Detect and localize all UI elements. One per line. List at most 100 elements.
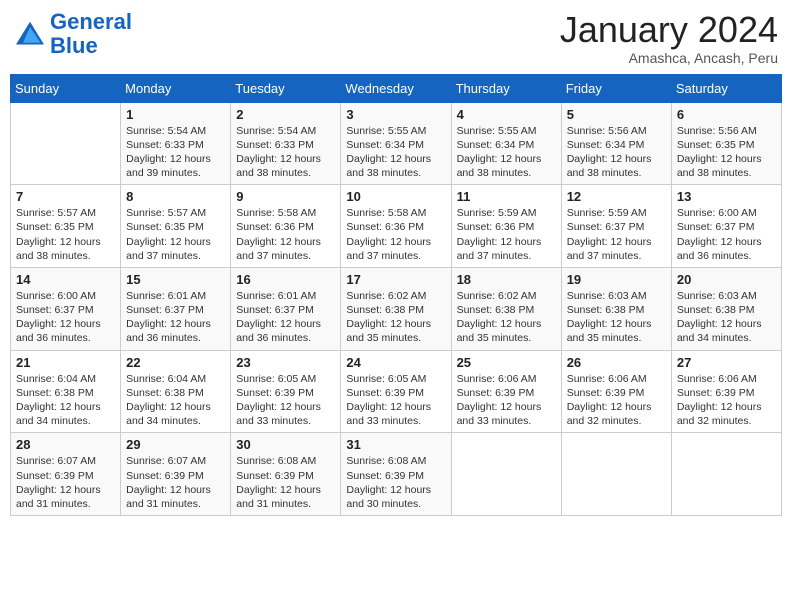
sunset-text: Sunset: 6:34 PM xyxy=(457,139,535,151)
sunset-text: Sunset: 6:39 PM xyxy=(677,387,755,399)
sunrise-text: Sunrise: 5:55 AM xyxy=(457,125,537,137)
daylight-text: Daylight: 12 hours xyxy=(346,401,431,413)
sunrise-text: Sunrise: 5:55 AM xyxy=(346,125,426,137)
day-info: Sunrise: 6:08 AMSunset: 6:39 PMDaylight:… xyxy=(236,454,335,511)
sunset-text: Sunset: 6:37 PM xyxy=(677,221,755,233)
daylight-text: Daylight: 12 hours xyxy=(236,484,321,496)
daylight-text: Daylight: 12 hours xyxy=(126,401,211,413)
calendar-cell: 17 Sunrise: 6:02 AM Sunset: 6:38 PM Dayligh… xyxy=(341,267,451,350)
daylight-text: Daylight: 12 hours xyxy=(457,318,542,330)
day-info: Sunrise: 5:56 AMSunset: 6:35 PMDaylight:… xyxy=(677,124,776,181)
calendar-cell xyxy=(671,433,781,516)
daylight-text-cont: and 31 minutes. xyxy=(126,498,201,510)
sunrise-text: Sunrise: 6:08 AM xyxy=(346,455,426,467)
daylight-text: Daylight: 12 hours xyxy=(16,318,101,330)
calendar-cell: 14Sunrise: 6:00 AMSunset: 6:37 PMDayligh… xyxy=(11,267,121,350)
calendar-cell: 16Sunrise: 6:01 AMSunset: 6:37 PMDayligh… xyxy=(231,267,341,350)
day-info: Sunrise: 5:54 AMSunset: 6:33 PMDaylight:… xyxy=(236,124,335,181)
day-info: Sunrise: 5:56 AMSunset: 6:34 PMDaylight:… xyxy=(567,124,666,181)
daylight-text-cont: and 33 minutes. xyxy=(236,415,311,427)
sunset-text: Sunset: 6:36 PM xyxy=(457,221,535,233)
calendar-week-row: 28Sunrise: 6:07 AMSunset: 6:39 PMDayligh… xyxy=(11,433,782,516)
daylight-text: Daylight: 12 hours xyxy=(346,318,431,330)
day-number: 18 xyxy=(457,272,556,287)
day-number: 5 xyxy=(567,107,666,122)
daylight-text-cont: and 33 minutes. xyxy=(346,415,421,427)
calendar-cell: 2Sunrise: 5:54 AMSunset: 6:33 PMDaylight… xyxy=(231,102,341,185)
calendar-cell: 13Sunrise: 6:00 AMSunset: 6:37 PMDayligh… xyxy=(671,185,781,268)
calendar-cell: 18Sunrise: 6:02 AMSunset: 6:38 PMDayligh… xyxy=(451,267,561,350)
daylight-text-cont: and 34 minutes. xyxy=(126,415,201,427)
calendar-cell xyxy=(451,433,561,516)
calendar-cell: 23Sunrise: 6:05 AMSunset: 6:39 PMDayligh… xyxy=(231,350,341,433)
sunrise-text: Sunrise: 5:54 AM xyxy=(126,125,206,137)
calendar-cell: 30Sunrise: 6:08 AMSunset: 6:39 PMDayligh… xyxy=(231,433,341,516)
daylight-text: Daylight: 12 hours xyxy=(567,318,652,330)
daylight-text-cont: and 38 minutes. xyxy=(677,167,752,179)
day-number: 22 xyxy=(126,355,225,370)
day-info: Sunrise: 6:05 AMSunset: 6:39 PMDaylight:… xyxy=(236,372,335,429)
daylight-text-cont: and 33 minutes. xyxy=(457,415,532,427)
sunrise-text: Sunrise: 6:00 AM xyxy=(16,290,96,302)
sunset-text: Sunset: 6:39 PM xyxy=(346,387,424,399)
sunrise-text: Sunrise: 6:02 AM xyxy=(457,290,537,302)
day-info: Sunrise: 6:03 AMSunset: 6:38 PMDaylight:… xyxy=(567,289,666,346)
day-number: 10 xyxy=(346,189,445,204)
sunrise-text: Sunrise: 6:07 AM xyxy=(126,455,206,467)
title-block: January 2024 Amashca, Ancash, Peru xyxy=(560,10,778,66)
daylight-text-cont: and 38 minutes. xyxy=(457,167,532,179)
day-number: 9 xyxy=(236,189,335,204)
sunrise-text: Sunrise: 5:54 AM xyxy=(236,125,316,137)
calendar-cell: 20Sunrise: 6:03 AMSunset: 6:38 PMDayligh… xyxy=(671,267,781,350)
calendar-cell: 7 Sunrise: 5:57 AMSunset: 6:35 PMDaylight… xyxy=(11,185,121,268)
day-info: Sunrise: 6:04 AMSunset: 6:38 PMDaylight:… xyxy=(16,372,115,429)
day-number: 7 xyxy=(16,189,115,204)
day-info: Sunrise: 5:59 AMSunset: 6:37 PMDaylight:… xyxy=(567,206,666,263)
daylight-text-cont: and 38 minutes. xyxy=(346,167,421,179)
day-number: 1 xyxy=(126,107,225,122)
sunrise-text: Sunrise: 5:59 AM xyxy=(567,207,647,219)
daylight-text: Daylight: 12 hours xyxy=(346,236,431,248)
sunrise-text: Sunrise: 6:02 AM xyxy=(346,290,426,302)
day-info: Sunrise: 5:57 AMSunset: 6:35 PMDaylight:… xyxy=(126,206,225,263)
day-info: Sunrise: 6:00 AMSunset: 6:37 PMDaylight:… xyxy=(677,206,776,263)
calendar-cell: 5 Sunrise: 5:56 AMSunset: 6:34 PMDaylight… xyxy=(561,102,671,185)
calendar-cell: 27Sunrise: 6:06 AMSunset: 6:39 PMDayligh… xyxy=(671,350,781,433)
day-info: Sunrise: 6:06 AMSunset: 6:39 PMDaylight:… xyxy=(567,372,666,429)
daylight-text: Daylight: 12 hours xyxy=(236,318,321,330)
sunset-text: Sunset: 6:39 PM xyxy=(16,470,94,482)
calendar-cell: 31Sunrise: 6:08 AMSunset: 6:39 PMDayligh… xyxy=(341,433,451,516)
day-info: Sunrise: 5:57 AMSunset: 6:35 PMDaylight:… xyxy=(16,206,115,263)
day-info: Sunrise: 6:06 AMSunset: 6:39 PMDaylight:… xyxy=(457,372,556,429)
sunset-text: Sunset: 6:33 PM xyxy=(126,139,204,151)
day-number: 31 xyxy=(346,437,445,452)
daylight-text-cont: and 31 minutes. xyxy=(16,498,91,510)
calendar-week-row: 21Sunrise: 6:04 AMSunset: 6:38 PMDayligh… xyxy=(11,350,782,433)
daylight-text-cont: and 35 minutes. xyxy=(346,332,421,344)
sunset-text: Sunset: 6:39 PM xyxy=(236,470,314,482)
sunrise-text: Sunrise: 6:04 AM xyxy=(126,373,206,385)
daylight-text: Daylight: 12 hours xyxy=(126,318,211,330)
sunrise-text: Sunrise: 5:58 AM xyxy=(346,207,426,219)
weekday-header-tuesday: Tuesday xyxy=(231,74,341,102)
sunset-text: Sunset: 6:38 PM xyxy=(346,304,424,316)
weekday-header-sunday: Sunday xyxy=(11,74,121,102)
day-info: Sunrise: 6:06 AMSunset: 6:39 PMDaylight:… xyxy=(677,372,776,429)
daylight-text: Daylight: 12 hours xyxy=(457,236,542,248)
day-info: Sunrise: 5:55 AMSunset: 6:34 PMDaylight:… xyxy=(346,124,445,181)
daylight-text-cont: and 37 minutes. xyxy=(126,250,201,262)
sunset-text: Sunset: 6:39 PM xyxy=(457,387,535,399)
calendar-cell: 9Sunrise: 5:58 AMSunset: 6:36 PMDaylight… xyxy=(231,185,341,268)
daylight-text-cont: and 37 minutes. xyxy=(567,250,642,262)
daylight-text: Daylight: 12 hours xyxy=(677,236,762,248)
day-info: Sunrise: 6:07 AMSunset: 6:39 PMDaylight:… xyxy=(126,454,225,511)
daylight-text-cont: and 37 minutes. xyxy=(457,250,532,262)
sunrise-text: Sunrise: 6:05 AM xyxy=(346,373,426,385)
daylight-text: Daylight: 12 hours xyxy=(16,401,101,413)
day-number: 17 xyxy=(346,272,445,287)
sunset-text: Sunset: 6:37 PM xyxy=(126,304,204,316)
day-number: 12 xyxy=(567,189,666,204)
daylight-text-cont: and 36 minutes. xyxy=(236,332,311,344)
daylight-text-cont: and 36 minutes. xyxy=(16,332,91,344)
calendar-cell: 4Sunrise: 5:55 AMSunset: 6:34 PMDaylight… xyxy=(451,102,561,185)
